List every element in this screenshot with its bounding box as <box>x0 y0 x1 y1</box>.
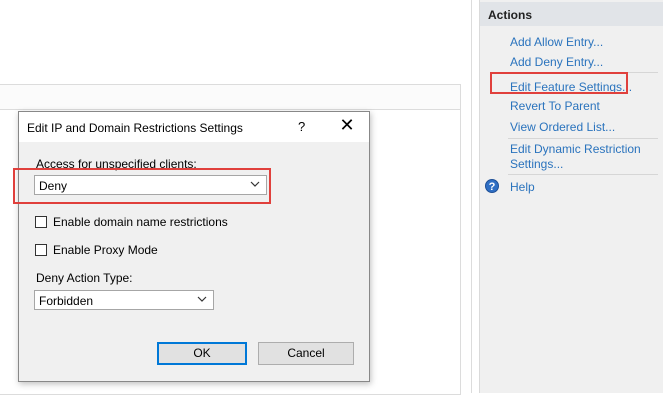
proxy-mode-checkbox[interactable] <box>35 244 47 256</box>
view-ordered-list-link[interactable]: View Ordered List... <box>510 120 615 135</box>
dialog-help-button[interactable]: ? <box>298 119 305 134</box>
actions-header: Actions <box>480 2 663 26</box>
help-link[interactable]: Help <box>510 180 535 195</box>
pane-divider <box>471 0 472 393</box>
highlight-box-edit-feature-settings <box>490 72 628 94</box>
close-icon[interactable]: ✕ <box>337 115 357 135</box>
ok-button[interactable]: OK <box>157 342 247 365</box>
edit-ip-domain-restrictions-dialog: Edit IP and Domain Restrictions Settings… <box>18 111 370 382</box>
dialog-title: Edit IP and Domain Restrictions Settings <box>27 121 243 135</box>
feature-list-header <box>0 85 460 110</box>
revert-to-parent-link[interactable]: Revert To Parent <box>510 99 600 114</box>
add-deny-entry-link[interactable]: Add Deny Entry... <box>510 55 603 70</box>
actions-separator <box>508 138 658 139</box>
actions-separator <box>508 174 658 175</box>
domain-restrictions-checkbox[interactable] <box>35 216 47 228</box>
cancel-button[interactable]: Cancel <box>258 342 354 365</box>
deny-action-select-value: Forbidden <box>39 294 94 308</box>
domain-restrictions-label: Enable domain name restrictions <box>53 215 228 229</box>
edit-dynamic-restriction-link-line2[interactable]: Settings... <box>510 157 563 172</box>
help-icon[interactable]: ? <box>485 179 499 193</box>
actions-title: Actions <box>488 8 533 22</box>
edit-dynamic-restriction-link[interactable]: Edit Dynamic Restriction <box>510 142 641 157</box>
actions-pane: Actions Add Allow Entry... Add Deny Entr… <box>479 0 663 393</box>
chevron-down-icon <box>197 296 207 302</box>
deny-action-label: Deny Action Type: <box>36 271 133 285</box>
proxy-mode-label: Enable Proxy Mode <box>53 243 158 257</box>
add-allow-entry-link[interactable]: Add Allow Entry... <box>510 35 603 50</box>
deny-action-select[interactable]: Forbidden <box>34 290 214 310</box>
dialog-titlebar: Edit IP and Domain Restrictions Settings… <box>19 112 369 142</box>
highlight-box-access-select <box>13 168 271 204</box>
